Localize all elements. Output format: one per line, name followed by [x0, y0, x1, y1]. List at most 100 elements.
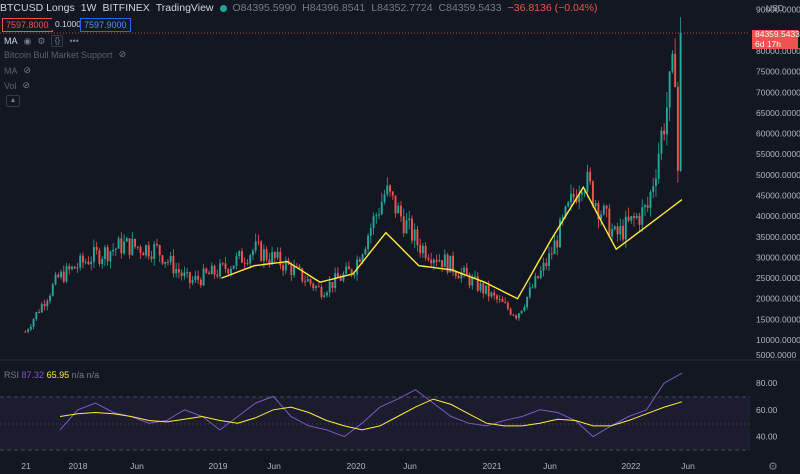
hidden-eye-icon[interactable]: ⊘: [24, 65, 32, 76]
time-tick-label: 2021: [483, 461, 502, 471]
time-axis: 21 2018 Jun 2019 Jun 2020 Jun 2021 Jun 2022 Jun: [21, 461, 695, 471]
candle-body: [608, 208, 611, 237]
vol-row[interactable]: Vol ⊘: [4, 80, 30, 91]
vol-label: Vol: [4, 80, 17, 91]
candle-body: [90, 261, 93, 265]
candle-body: [372, 216, 375, 229]
candle-body: [213, 265, 216, 275]
candle-body: [654, 178, 657, 187]
candle-body: [465, 267, 468, 275]
sell-price-button[interactable]: 7597.8000: [2, 18, 53, 32]
candle-body: [424, 245, 427, 259]
candle-body: [249, 255, 252, 264]
candle-body: [262, 249, 265, 261]
candle-body: [539, 270, 542, 279]
candle-body: [591, 181, 594, 207]
ma-indicator-row[interactable]: MA ◉ ⚙ {} •••: [4, 35, 79, 47]
currency-label[interactable]: USD: [766, 3, 784, 13]
rsi-pane: [0, 372, 750, 451]
rsi-tick-label: 60.00: [756, 405, 778, 415]
candle-body: [605, 205, 608, 209]
candle-body: [389, 185, 391, 192]
last-price-label: 84359.5433 6d 17h: [752, 29, 800, 49]
hidden-eye-icon[interactable]: ⊘: [119, 49, 127, 60]
candle-body: [73, 266, 76, 269]
candle-body: [221, 263, 224, 265]
time-tick-label: Jun: [681, 461, 695, 471]
rsi-axis: 80.00 60.00 40.00: [756, 378, 778, 442]
settings-icon[interactable]: ⚙: [37, 36, 45, 47]
candle-body: [635, 215, 638, 219]
candle-body: [611, 229, 614, 237]
more-icon[interactable]: •••: [69, 36, 78, 46]
hidden-eye-icon[interactable]: ⊘: [23, 80, 31, 91]
candle-body: [103, 247, 106, 260]
candle-body: [438, 260, 441, 262]
price-tick-label: 45000.0000: [756, 190, 800, 200]
ma2-row[interactable]: MA ⊘: [4, 65, 31, 76]
candle-body: [485, 285, 487, 294]
buy-price-button[interactable]: 7597.9000: [80, 18, 131, 32]
candle-body: [306, 279, 309, 282]
chart-settings-icon[interactable]: ⚙: [768, 460, 778, 473]
candle-body: [84, 261, 87, 263]
candle-body: [232, 265, 235, 269]
candle-body: [24, 331, 27, 333]
bar-countdown: 6d 17h: [755, 38, 781, 49]
chart-canvas[interactable]: 90000.000080000.000075000.000070000.0000…: [0, 0, 800, 474]
candle-body: [186, 272, 189, 274]
candle-body: [54, 274, 57, 285]
candle-body: [254, 241, 257, 251]
candle-body: [164, 261, 167, 264]
rsi-legend[interactable]: RSI 87.32 65.95 n/a n/a: [4, 370, 99, 380]
candle-body: [136, 246, 139, 248]
rsi-tick-label: 40.00: [756, 432, 778, 442]
price-tick-label: 75000.0000: [756, 67, 800, 77]
candle-body: [282, 265, 285, 271]
time-tick-label: Jun: [403, 461, 417, 471]
rsi-ma-value: 65.95: [46, 370, 70, 380]
candle-body: [432, 259, 435, 264]
interval[interactable]: 1W: [81, 2, 97, 14]
price-tick-label: 50000.0000: [756, 170, 800, 180]
candle-body: [92, 246, 95, 262]
candle-body: [402, 216, 405, 234]
candle-body: [556, 240, 559, 248]
candle-body: [482, 283, 485, 294]
candle-body: [602, 205, 605, 215]
candle-body: [62, 271, 65, 282]
candle-body: [580, 192, 583, 195]
candle-body: [339, 278, 342, 281]
high-value: H84396.8541: [302, 2, 366, 14]
candle-body: [199, 279, 202, 286]
candle-body: [476, 276, 479, 291]
eye-icon[interactable]: ◉: [24, 36, 32, 47]
candle-body: [79, 255, 82, 268]
candle-body: [328, 281, 331, 293]
candle-body: [457, 275, 460, 279]
candle-body: [548, 253, 550, 266]
candle-body: [246, 262, 249, 264]
price-tick-label: 40000.0000: [756, 211, 800, 221]
candle-body: [188, 272, 191, 283]
rsi-na: n/a n/a: [71, 370, 100, 380]
candle-body: [27, 329, 30, 332]
candle-body: [512, 314, 515, 316]
collapse-legend-icon[interactable]: ▲: [6, 95, 20, 107]
price-tick-label: 25000.0000: [756, 273, 800, 283]
exchange: BITFINEX: [102, 2, 150, 14]
candle-body: [51, 284, 54, 296]
candle-body: [317, 286, 320, 288]
bull-support-row[interactable]: Bitcoin Bull Market Support ⊘: [4, 49, 126, 60]
time-tick-label: Jun: [130, 461, 144, 471]
source-code-icon[interactable]: {}: [51, 35, 64, 47]
candle-body: [241, 251, 243, 263]
rsi-value: 87.32: [21, 370, 45, 380]
candle-body: [517, 313, 520, 319]
close-value: C84359.5433: [438, 2, 502, 14]
candle-body: [40, 304, 43, 313]
price-tick-label: 35000.0000: [756, 232, 800, 242]
candle-body: [180, 272, 183, 277]
time-tick-label: Jun: [267, 461, 281, 471]
symbol-title[interactable]: BTCUSD Longs: [0, 2, 75, 14]
